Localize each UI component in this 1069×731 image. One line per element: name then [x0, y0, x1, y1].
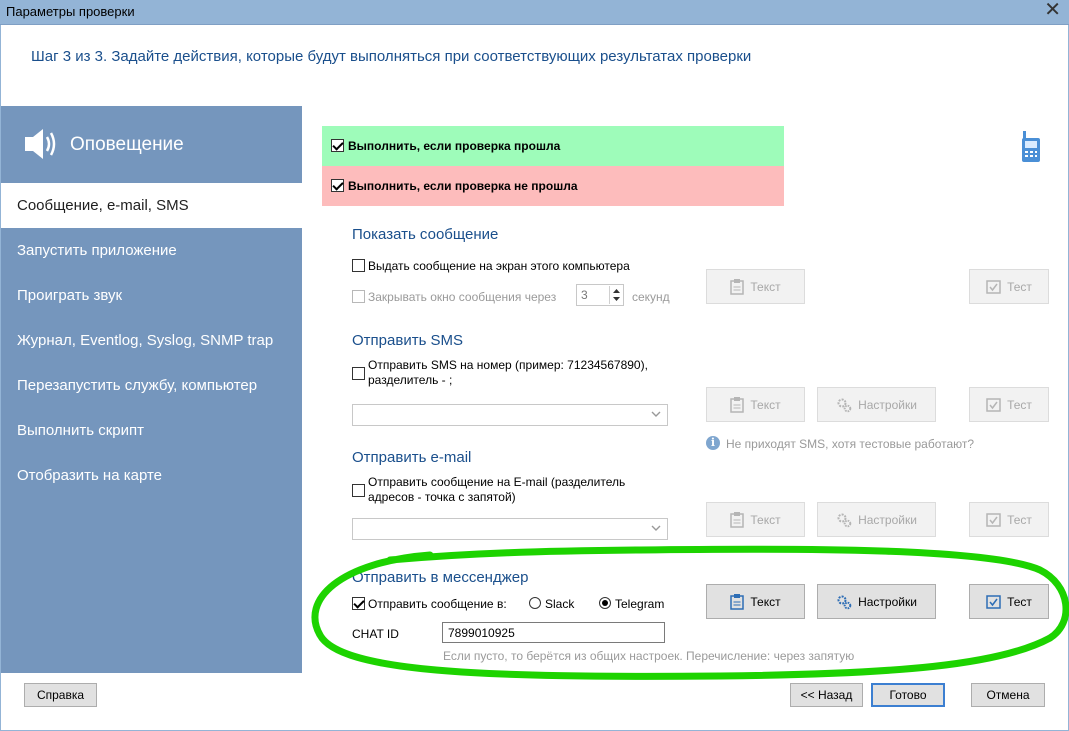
step-heading: Шаг 3 из 3. Задайте действия, которые бу… — [31, 48, 752, 65]
calendar-check-icon — [986, 280, 1001, 294]
messenger-text-button[interactable]: Текст — [706, 584, 805, 619]
sms-title: Отправить SMS — [352, 332, 464, 349]
clipboard-icon — [730, 278, 745, 295]
speaker-icon — [25, 129, 56, 159]
calendar-check-icon — [986, 513, 1001, 527]
sms-number-combo[interactable] — [352, 404, 668, 426]
slack-radio[interactable] — [529, 597, 541, 609]
sidebar-item-play-sound[interactable]: Проиграть звук — [1, 273, 302, 318]
sms-label: Отправить SMS на номер (пример: 71234567… — [368, 358, 648, 387]
chat-id-label: CHAT ID — [352, 627, 399, 641]
close-window-label: Закрывать окно сообщения через — [368, 290, 557, 304]
email-settings-button[interactable]: Настройки — [817, 502, 936, 537]
gears-icon — [837, 398, 852, 412]
info-icon: i — [706, 436, 720, 450]
clipboard-icon — [730, 396, 745, 413]
gears-icon — [837, 513, 852, 527]
telegram-radio[interactable] — [599, 597, 611, 609]
email-test-button[interactable]: Тест — [969, 502, 1049, 537]
telegram-label: Telegram — [615, 597, 665, 611]
sidebar-title: Оповещение — [70, 134, 184, 155]
email-title: Отправить e-mail — [352, 449, 472, 466]
sms-text-button[interactable]: Текст — [706, 387, 805, 422]
chevron-down-icon — [651, 525, 661, 531]
calendar-check-icon — [986, 398, 1001, 412]
messenger-checkbox[interactable] — [352, 597, 365, 610]
show-message-checkbox[interactable] — [352, 259, 365, 272]
failure-checkbox[interactable] — [331, 179, 344, 192]
sms-hint-link[interactable]: Не приходят SMS, хотя тестовые работают? — [726, 437, 974, 451]
messenger-label: Отправить сообщение в: — [368, 597, 507, 611]
show-message-test-button[interactable]: Тест — [969, 269, 1049, 304]
messenger-test-button[interactable]: Тест — [969, 584, 1049, 619]
sidebar-item-map[interactable]: Отобразить на карте — [1, 453, 302, 498]
show-message-label: Выдать сообщение на экран этого компьюте… — [368, 259, 630, 273]
title-bar: Параметры проверки ✕ — [0, 0, 1069, 25]
done-button[interactable]: Готово — [871, 683, 945, 707]
messenger-title: Отправить в мессенджер — [352, 569, 529, 586]
chat-id-hint: Если пусто, то берётся из общих настроек… — [443, 649, 855, 663]
close-seconds-value: 3 — [581, 288, 588, 302]
failure-condition-row: Выполнить, если проверка не прошла — [322, 166, 784, 206]
seconds-unit: секунд — [632, 290, 670, 304]
stepper-arrows-icon[interactable] — [609, 286, 622, 304]
email-address-combo[interactable] — [352, 518, 668, 540]
success-condition-row: Выполнить, если проверка прошла — [322, 126, 784, 166]
messenger-settings-button[interactable]: Настройки — [817, 584, 936, 619]
sidebar-item-log[interactable]: Журнал, Eventlog, Syslog, SNMP trap — [1, 318, 302, 363]
success-label: Выполнить, если проверка прошла — [348, 139, 561, 153]
close-seconds-stepper[interactable]: 3 — [576, 284, 624, 306]
help-button[interactable]: Справка — [24, 683, 97, 707]
email-checkbox[interactable] — [352, 484, 365, 497]
close-icon[interactable]: ✕ — [1044, 0, 1061, 19]
clipboard-icon — [730, 511, 745, 528]
window-title: Параметры проверки — [6, 4, 135, 19]
sidebar-item-script[interactable]: Выполнить скрипт — [1, 408, 302, 453]
sidebar: Оповещение Сообщение, e-mail, SMS Запуст… — [1, 106, 302, 673]
sms-settings-button[interactable]: Настройки — [817, 387, 936, 422]
phone-icon — [1022, 131, 1040, 162]
success-checkbox[interactable] — [331, 139, 344, 152]
clipboard-icon — [730, 593, 745, 610]
slack-label: Slack — [545, 597, 575, 611]
sidebar-item-run-app[interactable]: Запустить приложение — [1, 228, 302, 273]
cancel-button[interactable]: Отмена — [971, 683, 1045, 707]
sidebar-header: Оповещение — [1, 106, 302, 178]
gears-icon — [837, 595, 852, 609]
sms-checkbox[interactable] — [352, 367, 365, 380]
show-message-text-button[interactable]: Текст — [706, 269, 805, 304]
calendar-check-icon — [986, 595, 1001, 609]
email-text-button[interactable]: Текст — [706, 502, 805, 537]
email-label: Отправить сообщение на E-mail (разделите… — [368, 475, 626, 504]
show-message-title: Показать сообщение — [352, 226, 499, 243]
back-button[interactable]: << Назад — [790, 683, 863, 707]
chat-id-input[interactable]: 7899010925 — [442, 622, 665, 643]
sidebar-item-message[interactable]: Сообщение, e-mail, SMS — [1, 183, 302, 228]
chevron-down-icon — [651, 411, 661, 417]
sms-test-button[interactable]: Тест — [969, 387, 1049, 422]
failure-label: Выполнить, если проверка не прошла — [348, 179, 578, 193]
sidebar-item-restart[interactable]: Перезапустить службу, компьютер — [1, 363, 302, 408]
close-window-checkbox[interactable] — [352, 290, 365, 303]
